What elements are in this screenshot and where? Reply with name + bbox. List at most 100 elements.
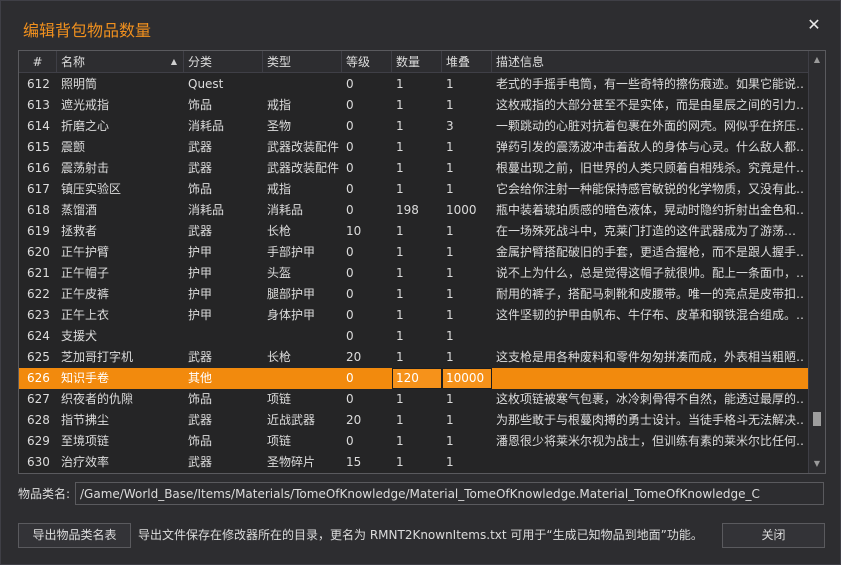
cell-description: 说不上为什么，总是觉得这帽子就很帅。配上一条面巾，… (496, 266, 805, 280)
cell-category (188, 326, 262, 347)
table-row[interactable]: 617 镇压实验区 饰品 戒指 0 1 1 它会给你注射一种能保持感官敏锐的化学物质，又没有此… (19, 179, 809, 200)
cell-name: 拯救者 (61, 224, 98, 238)
cell-name: 织夜者的仇隙 (61, 392, 134, 406)
table-row-selected[interactable]: 626 知识手卷 其他 0 120 10000 (19, 368, 809, 389)
cell-type: 圣物 (267, 119, 292, 133)
dialog-title: 编辑背包物品数量 (23, 21, 152, 40)
column-header-description[interactable]: 描述信息 (492, 51, 809, 73)
cell-category: 饰品 (188, 434, 213, 448)
cell-stack[interactable]: 10000 (442, 368, 492, 389)
cell-level: 0 (346, 287, 354, 301)
cell-stack: 1 (446, 329, 454, 343)
cell-quantity: 1 (396, 392, 404, 406)
table-row[interactable]: 625 芝加哥打字机 武器 长枪 20 1 1 这支枪是用各种废料和零件匆匆拼凑而成，外表相当… (19, 347, 809, 368)
cell-type: 武器改装配件 (267, 161, 340, 175)
cell-level: 20 (346, 350, 362, 364)
items-table[interactable]: # 名称 ▲ 分类 类型 等级 数量 堆叠 描述信息 612 照明筒 Quest 0 1… (18, 50, 826, 474)
cell-type: 长枪 (267, 350, 292, 364)
cell-stack: 1 (446, 455, 454, 469)
cell-id: 623 (27, 308, 50, 322)
table-row[interactable]: 623 正午上衣 护甲 身体护甲 0 1 1 这件坚韧的护甲由帆布、牛仔布、皮革和钢铁混合组成… (19, 305, 809, 326)
cell-stack: 1 (446, 77, 454, 91)
scrollbar-thumb[interactable] (813, 412, 821, 427)
cell-quantity: 1 (396, 77, 404, 91)
column-header-name[interactable]: 名称 ▲ (57, 51, 184, 73)
column-header-level[interactable]: 等级 (342, 51, 392, 73)
column-header-category[interactable]: 分类 (184, 51, 263, 73)
cell-quantity: 1 (396, 140, 404, 154)
table-row[interactable]: 616 震荡射击 武器 武器改装配件 0 1 1 根蔓出现之前，旧世界的人类只顾着自相残杀。究… (19, 158, 809, 179)
cell-level: 0 (346, 119, 354, 133)
cell-level: 0 (346, 203, 354, 217)
table-row[interactable]: 619 拯救者 武器 长枪 10 1 1 在一场殊死战斗中，克莱门打造的这件武器成为了游荡… (19, 221, 809, 242)
column-header-stack[interactable]: 堆叠 (442, 51, 492, 73)
cell-id: 616 (27, 161, 50, 175)
cell-id: 630 (27, 455, 50, 469)
table-row[interactable]: 627 织夜者的仇隙 饰品 项链 0 1 1 这枚项链被寒气包裹，冰冷刺骨得不自然，能透过最厚… (19, 389, 809, 410)
table-row[interactable]: 629 至境项链 饰品 项链 0 1 1 潘恩很少将莱米尔视为战士，但训练有素的莱米尔比任何… (19, 431, 809, 452)
table-row[interactable]: 622 正午皮裤 护甲 腿部护甲 0 1 1 耐用的裤子，搭配马刺靴和皮腰带。唯一的亮点是皮带… (19, 284, 809, 305)
cell-quantity: 1 (396, 161, 404, 175)
column-header-id[interactable]: # (19, 51, 57, 73)
cell-description: 弹药引发的震荡波冲击着敌人的身体与心灵。什么敌人都… (496, 140, 805, 154)
cell-stack: 1 (446, 224, 454, 238)
table-row[interactable]: 621 正午帽子 护甲 头盔 0 1 1 说不上为什么，总是觉得这帽子就很帅。配上一条面巾，… (19, 263, 809, 284)
cell-description: 金属护臂搭配破旧的手套，更适合握枪，而不是跟人握手… (496, 245, 805, 259)
cell-stack: 1 (446, 245, 454, 259)
table-row[interactable]: 614 折磨之心 消耗品 圣物 0 1 3 一颗跳动的心脏对抗着包裹在外面的网壳。网似乎在挤压… (19, 116, 809, 137)
cell-level: 0 (346, 182, 354, 196)
cell-name: 照明筒 (61, 77, 98, 91)
cell-level: 0 (346, 140, 354, 154)
table-row[interactable]: 618 蒸馏酒 消耗品 消耗品 0 198 1000 瓶中装着琥珀质感的暗色液体，晃动时隐约折… (19, 200, 809, 221)
cell-name: 正午帽子 (61, 266, 110, 280)
cell-description: 这枚戒指的大部分甚至不是实体，而是由星辰之间的引力… (496, 98, 805, 112)
cell-quantity: 1 (396, 329, 404, 343)
cell-description (496, 326, 805, 347)
cell-type: 头盔 (267, 266, 292, 280)
cell-name: 正午上衣 (61, 308, 110, 322)
cell-quantity[interactable]: 120 (392, 368, 442, 389)
cell-stack: 1000 (446, 203, 477, 217)
scroll-down-icon[interactable]: ▼ (809, 457, 825, 471)
cell-name: 指节拂尘 (61, 413, 110, 427)
vertical-scrollbar[interactable]: ▲ ▼ (808, 51, 825, 473)
cell-id: 619 (27, 224, 50, 238)
column-header-type[interactable]: 类型 (263, 51, 342, 73)
table-body: 612 照明筒 Quest 0 1 1 老式的手摇手电筒，有一些奇特的擦伤痕迹。如果它能说…… (19, 74, 809, 473)
table-row[interactable]: 628 指节拂尘 武器 近战武器 20 1 1 为那些敢于与根蔓肉搏的勇士设计。当徒手格斗无法… (19, 410, 809, 431)
cell-quantity: 1 (396, 350, 404, 364)
cell-level: 0 (346, 98, 354, 112)
cell-stack: 1 (446, 308, 454, 322)
cell-quantity: 1 (396, 266, 404, 280)
cell-category: 武器 (188, 140, 213, 154)
cell-type: 项链 (267, 434, 292, 448)
cell-category: 饰品 (188, 98, 213, 112)
cell-type: 身体护甲 (267, 308, 316, 322)
cell-level: 10 (346, 224, 362, 238)
export-class-names-button[interactable]: 导出物品类名表 (18, 523, 131, 548)
table-row[interactable]: 620 正午护臂 护甲 手部护甲 0 1 1 金属护臂搭配破旧的手套，更适合握枪，而不是跟人握… (19, 242, 809, 263)
cell-category: 消耗品 (188, 119, 225, 133)
cell-stack: 1 (446, 161, 454, 175)
cell-quantity: 1 (396, 455, 404, 469)
cell-description: 瓶中装着琥珀质感的暗色液体，晃动时隐约折射出金色和… (496, 203, 805, 217)
close-button[interactable]: 关闭 (722, 523, 825, 548)
cell-category: 消耗品 (188, 203, 225, 217)
column-header-quantity[interactable]: 数量 (392, 51, 442, 73)
table-row[interactable]: 624 支援犬 0 1 1 (19, 326, 809, 347)
cell-type (267, 326, 341, 347)
cell-name: 震颤 (61, 140, 86, 154)
cell-quantity: 1 (396, 245, 404, 259)
table-row[interactable]: 615 震颤 武器 武器改装配件 0 1 1 弹药引发的震荡波冲击着敌人的身体与心灵。什么敌人… (19, 137, 809, 158)
table-row[interactable]: 612 照明筒 Quest 0 1 1 老式的手摇手电筒，有一些奇特的擦伤痕迹。如果它能说… (19, 74, 809, 95)
scroll-up-icon[interactable]: ▲ (809, 53, 825, 67)
cell-type (267, 368, 341, 389)
table-row[interactable]: 630 治疗效率 武器 圣物碎片 15 1 1 (19, 452, 809, 473)
cell-description (496, 452, 805, 473)
class-name-field[interactable] (75, 482, 824, 505)
cell-name: 支援犬 (61, 329, 98, 343)
cell-name: 芝加哥打字机 (61, 350, 134, 364)
table-row[interactable]: 613 遮光戒指 饰品 戒指 0 1 1 这枚戒指的大部分甚至不是实体，而是由星辰之间的引力… (19, 95, 809, 116)
cell-stack: 1 (446, 392, 454, 406)
close-icon[interactable]: ✕ (806, 17, 822, 33)
